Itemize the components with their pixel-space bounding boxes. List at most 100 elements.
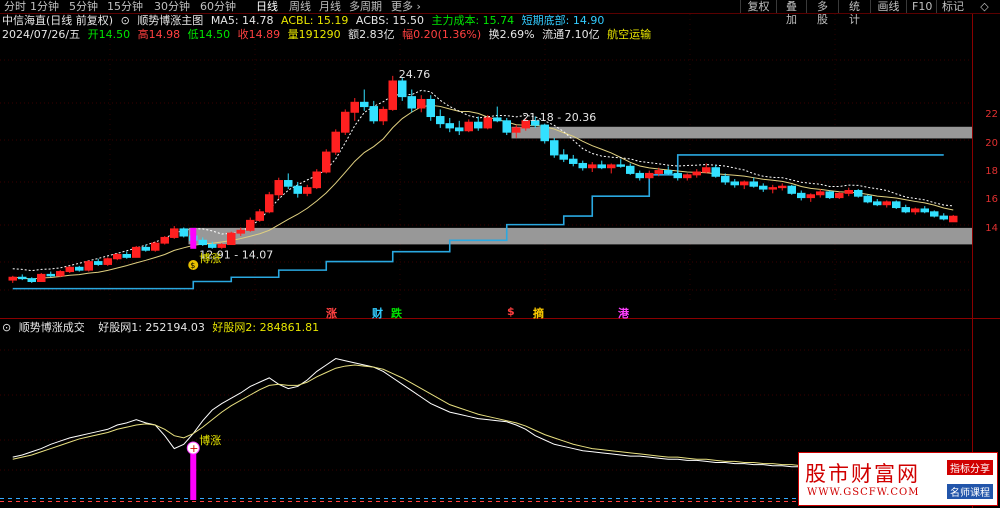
candle-body [778, 185, 787, 189]
candle-body [483, 117, 492, 129]
candle-body [170, 228, 179, 238]
candle-body [217, 244, 226, 248]
candle-body [65, 266, 74, 273]
candle-body [56, 271, 65, 277]
candle-body [27, 278, 36, 283]
candle-body [246, 219, 255, 231]
candle-body [18, 276, 27, 280]
candle-body [398, 80, 407, 98]
candle-body [208, 244, 217, 248]
candle-body [132, 246, 141, 258]
plus-icon-glyph: + [189, 442, 198, 455]
candle-body [379, 108, 388, 122]
candle-body [664, 170, 673, 174]
candle-body [749, 181, 758, 187]
candle-body [198, 239, 207, 246]
candle-body [141, 246, 150, 251]
candle-body [512, 127, 521, 133]
candle-body [759, 185, 768, 190]
candle-body [863, 195, 872, 203]
watermark-url: WWW.GSCFW.COM [807, 487, 920, 498]
candle-body [493, 117, 502, 122]
candle-body [721, 175, 730, 183]
sub-buy-label: 博涨 [199, 434, 221, 447]
coin-icon-text: $ [190, 261, 195, 270]
event-tag-gang[interactable]: 港 [618, 305, 629, 321]
candle-body [806, 194, 815, 199]
candle-body [37, 273, 46, 283]
candle-body [284, 180, 293, 187]
candle-body [787, 185, 796, 194]
kline-chart[interactable]: 24.7621.18 - 20.3612.91 - 14.07$博涨+博涨 [0, 0, 1000, 508]
candle-body [901, 207, 910, 213]
candle-body [825, 191, 834, 199]
zone-upper-label: 21.18 - 20.36 [522, 111, 596, 124]
candle-body [835, 192, 844, 199]
watermark-tag-share: 指标分享 [947, 460, 993, 475]
event-tag-zhang[interactable]: 涨 [326, 305, 337, 321]
candle-body [293, 185, 302, 194]
candle-body [103, 258, 112, 265]
candle-body [426, 98, 435, 118]
candle-body [179, 228, 188, 237]
candle-body [94, 261, 103, 265]
price-tick: 18 [985, 166, 998, 177]
candle-body [540, 124, 549, 142]
candle-body [46, 273, 55, 277]
candle-body [797, 192, 806, 199]
event-tag-zhai[interactable]: 摘 [533, 305, 544, 321]
candle-body [740, 181, 749, 186]
candle-body [616, 164, 625, 167]
site-watermark: 股市财富网 WWW.GSCFW.COM 指标分享 名师课程 [798, 452, 998, 506]
candle-body [692, 171, 701, 176]
candle-body [455, 127, 464, 132]
candle-body [303, 187, 312, 194]
candle-body [417, 98, 426, 109]
peak-label: 24.76 [399, 68, 431, 81]
candle-body [236, 229, 245, 234]
candle-body [844, 189, 853, 194]
candle-body [559, 154, 568, 160]
candle-body [578, 162, 587, 169]
candle-body [892, 201, 901, 209]
candle-body [312, 171, 321, 189]
support-zone [188, 227, 972, 245]
candle-body [673, 172, 682, 179]
candle-body [626, 165, 635, 174]
candle-body [255, 211, 264, 221]
candle-body [683, 174, 692, 179]
candle-body [635, 172, 644, 179]
candle-body [588, 164, 597, 169]
buy-signal-label: 博涨 [199, 252, 221, 265]
event-tag-cai[interactable]: 财 [372, 305, 383, 321]
candle-body [331, 131, 340, 153]
sub-indicator-name[interactable]: 顺势博涨成交 [19, 321, 85, 334]
signal-bar [190, 227, 197, 249]
candle-body [711, 167, 720, 177]
candle-body [939, 215, 948, 220]
price-axis: 22 20 18 16 14 [974, 14, 1000, 494]
candle-body [569, 158, 578, 164]
candle-body [360, 101, 369, 108]
price-tick: 14 [985, 222, 998, 234]
sub-indicator-header: ⊙ 顺势博涨成交 好股网1: 252194.03 好股网2: 284861.81 [2, 321, 323, 335]
candle-body [702, 167, 711, 173]
candle-body [949, 215, 958, 223]
event-tag-dollar[interactable]: $ [507, 305, 515, 318]
candle-body [920, 208, 929, 213]
candle-body [160, 236, 169, 244]
candle-body [445, 123, 454, 129]
candle-body [341, 111, 350, 133]
event-tag-die[interactable]: 跌 [391, 305, 402, 321]
sub-toggle-icon[interactable]: ⊙ [2, 321, 11, 334]
candle-body [84, 261, 93, 271]
candle-body [816, 191, 825, 196]
candle-body [607, 164, 616, 169]
candle-body [227, 232, 236, 246]
sub-value-2: 好股网2: 284861.81 [212, 321, 320, 334]
candle-body [464, 121, 473, 132]
candle-body [768, 187, 777, 190]
candle-body [882, 201, 891, 206]
candle-body [350, 101, 359, 113]
price-tick: 22 [985, 109, 998, 121]
